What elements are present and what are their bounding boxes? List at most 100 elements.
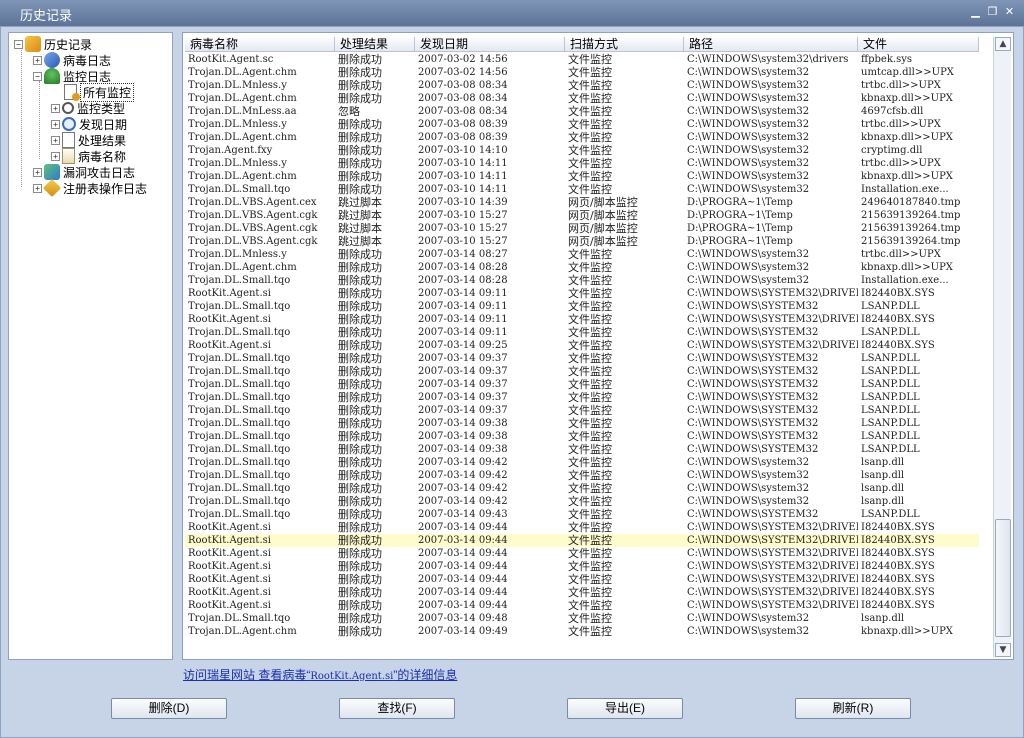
tree-node-registry-log[interactable]: + 注册表操作日志 bbox=[33, 178, 147, 198]
table-row[interactable]: Trojan.DL.Agent.chm 删除成功 2007-03-08 08:39 文… bbox=[185, 131, 979, 144]
table-row[interactable]: Trojan.DL.VBS.Agent.cgk 跳过脚本 2007-03-10 15… bbox=[185, 235, 979, 248]
scroll-thumb[interactable] bbox=[995, 519, 1011, 637]
table-row[interactable]: Trojan.DL.Small.tqo 删除成功 2007-03-14 09:37 文… bbox=[185, 365, 979, 378]
table-row[interactable]: Trojan.DL.Small.tqo 删除成功 2007-03-14 09:42 文… bbox=[185, 495, 979, 508]
table-row[interactable]: Trojan.DL.Small.tqo 删除成功 2007-03-14 09:37 文… bbox=[185, 404, 979, 417]
table-row[interactable]: Trojan.DL.Agent.chm 删除成功 2007-03-08 08:34 文… bbox=[185, 92, 979, 105]
table-row[interactable]: RootKit.Agent.si 删除成功 2007-03-14 09:44 文件监控… bbox=[185, 586, 979, 599]
table-row[interactable]: Trojan.DL.Small.tqo 删除成功 2007-03-14 09:42 文… bbox=[185, 456, 979, 469]
table-row[interactable]: Trojan.DL.Agent.chm 删除成功 2007-03-14 08:28 文… bbox=[185, 261, 979, 274]
table-cell: 2007-03-14 09:37 bbox=[418, 392, 508, 403]
table-cell: Trojan.DL.Small.tqo bbox=[188, 405, 291, 416]
table-row[interactable]: Trojan.DL.Small.tqo 删除成功 2007-03-14 08:28 文… bbox=[185, 274, 979, 287]
close-icon[interactable]: ✕ bbox=[1003, 6, 1016, 19]
table-row[interactable]: Trojan.DL.Agent.chm 删除成功 2007-03-02 14:56 文… bbox=[185, 66, 979, 79]
table-row[interactable]: Trojan.DL.Small.tqo 删除成功 2007-03-14 09:38 文… bbox=[185, 417, 979, 430]
tree-node-virus-log[interactable]: + 病毒日志 bbox=[33, 52, 111, 68]
table-row[interactable]: RootKit.Agent.si 删除成功 2007-03-14 09:44 文件监控… bbox=[185, 573, 979, 586]
table-row[interactable]: Trojan.DL.Agent.chm 删除成功 2007-03-14 09:49 文… bbox=[185, 625, 979, 638]
export-button[interactable]: 导出(E) bbox=[567, 698, 683, 719]
table-cell: C:\WINDOWS\system32 bbox=[687, 626, 810, 637]
table-cell: 文件监控 bbox=[568, 131, 612, 144]
table-cell: 2007-03-14 09:11 bbox=[418, 314, 508, 325]
visit-website-link[interactable]: 访问瑞星网站 bbox=[183, 668, 255, 682]
table-row[interactable]: Trojan.DL.Mnless.y 删除成功 2007-03-08 08:39 文件… bbox=[185, 118, 979, 131]
table-row[interactable]: Trojan.DL.Small.tqo 删除成功 2007-03-10 14:11 文… bbox=[185, 183, 979, 196]
table-row[interactable]: Trojan.DL.Small.tqo 删除成功 2007-03-14 09:37 文… bbox=[185, 378, 979, 391]
expand-icon[interactable]: + bbox=[51, 151, 60, 161]
table-row[interactable]: RootKit.Agent.si 删除成功 2007-03-14 09:25 文件监控… bbox=[185, 339, 979, 352]
expand-icon[interactable]: + bbox=[51, 119, 60, 129]
table-cell: 删除成功 bbox=[338, 612, 382, 625]
table-row[interactable]: Trojan.DL.MnLess.aa 忽略 2007-03-08 08:34 文件监… bbox=[185, 105, 979, 118]
table-row[interactable]: RootKit.Agent.si 删除成功 2007-03-14 09:44 文件监控… bbox=[185, 547, 979, 560]
tree-node-vuln-log[interactable]: + 漏洞攻击日志 bbox=[33, 164, 135, 180]
table-row[interactable]: Trojan.DL.Small.tqo 删除成功 2007-03-14 09:37 文… bbox=[185, 352, 979, 365]
virus-detail-link[interactable]: 查看病毒“RootKit.Agent.si”的详细信息 bbox=[258, 668, 457, 682]
scroll-up-icon[interactable]: ▲ bbox=[995, 37, 1011, 51]
table-row[interactable]: Trojan.DL.Mnless.y 删除成功 2007-03-08 08:34 文件… bbox=[185, 79, 979, 92]
table-row[interactable]: Trojan.DL.Small.tqo 删除成功 2007-03-14 09:11 文… bbox=[185, 326, 979, 339]
table-cell: RootKit.Agent.si bbox=[188, 288, 271, 299]
table-row[interactable]: Trojan.DL.Small.tqo 删除成功 2007-03-14 09:42 文… bbox=[185, 469, 979, 482]
expand-icon[interactable]: + bbox=[33, 183, 42, 193]
expand-icon[interactable]: + bbox=[33, 167, 42, 177]
table-cell: 2007-03-14 09:42 bbox=[418, 483, 508, 494]
collapse-icon[interactable]: − bbox=[33, 71, 42, 81]
table-cell: 删除成功 bbox=[338, 417, 382, 430]
expand-icon[interactable]: + bbox=[51, 103, 60, 113]
table-row[interactable]: Trojan.Agent.fxy 删除成功 2007-03-10 14:10 文件监控… bbox=[185, 144, 979, 157]
table-row[interactable]: Trojan.DL.Small.tqo 删除成功 2007-03-14 09:48 文… bbox=[185, 612, 979, 625]
column-virus-name[interactable]: 病毒名称 bbox=[185, 37, 335, 52]
table-cell: LSANP.DLL bbox=[861, 444, 920, 455]
delete-button[interactable]: 删除(D) bbox=[111, 698, 227, 719]
restore-icon[interactable]: ❐ bbox=[986, 6, 999, 19]
table-cell: 删除成功 bbox=[338, 365, 382, 378]
table-row[interactable]: RootKit.Agent.si 删除成功 2007-03-14 09:44 文件监控… bbox=[185, 599, 979, 612]
table-cell: 2007-03-02 14:56 bbox=[418, 67, 508, 78]
table-row[interactable]: Trojan.DL.Small.tqo 删除成功 2007-03-14 09:43 文… bbox=[185, 508, 979, 521]
table-row[interactable]: Trojan.DL.Small.tqo 删除成功 2007-03-14 09:37 文… bbox=[185, 391, 979, 404]
vertical-scrollbar[interactable]: ▲ ▼ bbox=[993, 37, 1011, 657]
tree-node-history[interactable]: − 历史记录 bbox=[14, 36, 92, 52]
table-row[interactable]: Trojan.DL.Small.tqo 删除成功 2007-03-14 09:11 文… bbox=[185, 300, 979, 313]
table-row[interactable]: Trojan.DL.Small.tqo 删除成功 2007-03-14 09:38 文… bbox=[185, 430, 979, 443]
table-cell: RootKit.Agent.si bbox=[188, 548, 271, 559]
table-row[interactable]: RootKit.Agent.si 删除成功 2007-03-14 09:44 文件监控… bbox=[185, 560, 979, 573]
table-row[interactable]: Trojan.DL.Mnless.y 删除成功 2007-03-14 08:27 文件… bbox=[185, 248, 979, 261]
column-scan-method[interactable]: 扫描方式 bbox=[565, 37, 684, 52]
table-row[interactable]: RootKit.Agent.si 删除成功 2007-03-14 09:44 文件监控… bbox=[185, 521, 979, 534]
table-row[interactable]: Trojan.DL.VBS.Agent.cgk 跳过脚本 2007-03-10 15… bbox=[185, 222, 979, 235]
table-cell: 文件监控 bbox=[568, 118, 612, 131]
collapse-icon[interactable]: − bbox=[14, 39, 23, 49]
table-row[interactable]: RootKit.Agent.si 删除成功 2007-03-14 09:11 文件监控… bbox=[185, 287, 979, 300]
column-path[interactable]: 路径 bbox=[684, 37, 858, 52]
table-row[interactable]: Trojan.DL.Small.tqo 删除成功 2007-03-14 09:42 文… bbox=[185, 482, 979, 495]
table-row[interactable]: RootKit.Agent.sc 删除成功 2007-03-02 14:56 文件监控… bbox=[185, 53, 979, 66]
table-row[interactable]: Trojan.DL.VBS.Agent.cgk 跳过脚本 2007-03-10 15… bbox=[185, 209, 979, 222]
table-row[interactable]: Trojan.DL.VBS.Agent.cex 跳过脚本 2007-03-10 14… bbox=[185, 196, 979, 209]
column-file[interactable]: 文件 bbox=[858, 37, 979, 52]
tree-node-all-monitor[interactable]: 所有监控 bbox=[64, 82, 135, 102]
tree-node-result[interactable]: + 处理结果 bbox=[51, 132, 126, 148]
table-row[interactable]: Trojan.DL.Small.tqo 删除成功 2007-03-14 09:38 文… bbox=[185, 443, 979, 456]
table-cell: 删除成功 bbox=[338, 131, 382, 144]
tree-node-found-date[interactable]: + 发现日期 bbox=[51, 116, 127, 132]
column-result[interactable]: 处理结果 bbox=[335, 37, 415, 52]
table-cell: 文件监控 bbox=[568, 79, 612, 92]
table-cell: Trojan.DL.Small.tqo bbox=[188, 470, 291, 481]
table-row[interactable]: RootKit.Agent.si 删除成功 2007-03-14 09:44 文件监控… bbox=[185, 534, 979, 547]
expand-icon[interactable]: + bbox=[33, 55, 42, 65]
table-row[interactable]: RootKit.Agent.si 删除成功 2007-03-14 09:11 文件监控… bbox=[185, 313, 979, 326]
refresh-button[interactable]: 刷新(R) bbox=[795, 698, 911, 719]
table-row[interactable]: Trojan.DL.Mnless.y 删除成功 2007-03-10 14:11 文件… bbox=[185, 157, 979, 170]
scroll-down-icon[interactable]: ▼ bbox=[995, 643, 1011, 657]
expand-icon[interactable]: + bbox=[51, 135, 60, 145]
tree-node-monitor-type[interactable]: + 监控类型 bbox=[51, 100, 125, 116]
tree-node-virus-name[interactable]: + 病毒名称 bbox=[51, 148, 126, 164]
find-button[interactable]: 查找(F) bbox=[339, 698, 455, 719]
table-cell: C:\WINDOWS\system32 bbox=[687, 483, 810, 494]
column-date[interactable]: 发现日期 bbox=[415, 37, 565, 52]
minimize-icon[interactable]: ▁ bbox=[969, 6, 982, 19]
table-row[interactable]: Trojan.DL.Agent.chm 删除成功 2007-03-10 14:11 文… bbox=[185, 170, 979, 183]
